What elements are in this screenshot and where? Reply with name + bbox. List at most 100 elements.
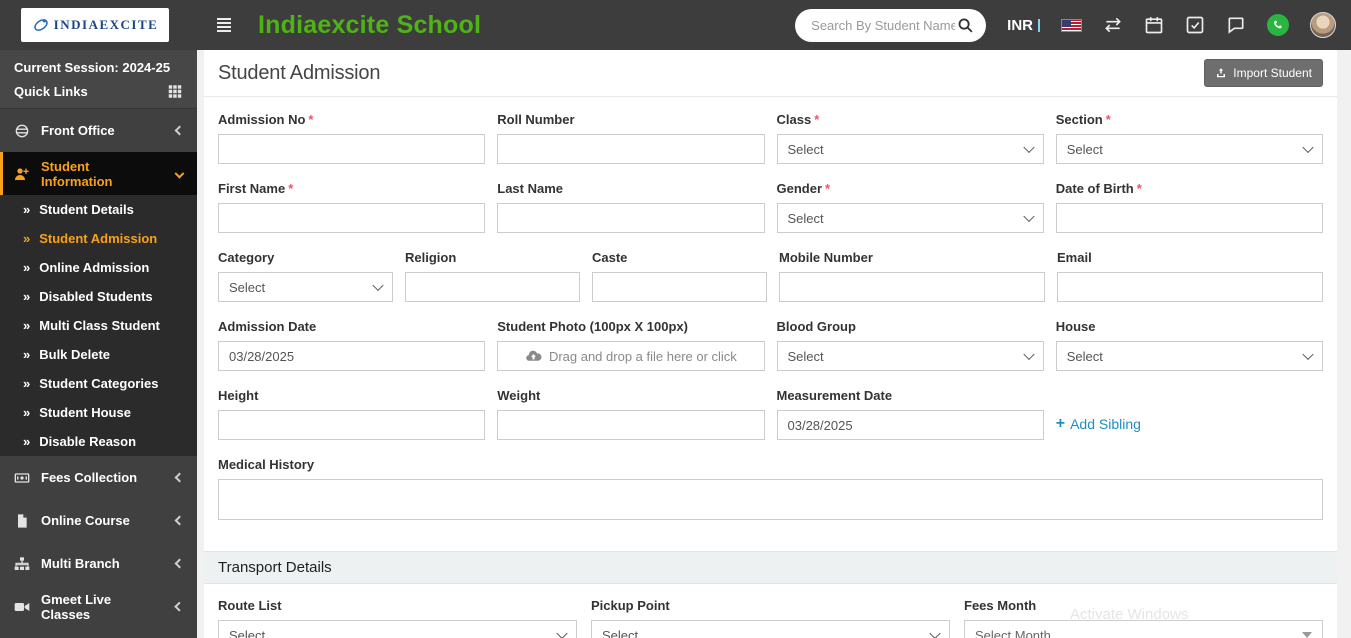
chat-icon[interactable] (1226, 15, 1246, 35)
calendar-icon[interactable] (1144, 15, 1164, 35)
sidebar-item-student-house[interactable]: Student House (0, 398, 197, 427)
chevron-left-icon (174, 515, 185, 526)
admission-no-input[interactable] (218, 134, 486, 164)
class-select[interactable]: Select (776, 134, 1044, 164)
section-select[interactable]: Select (1055, 134, 1323, 164)
field-mobile-number: Mobile Number (779, 250, 1045, 302)
sidebar-item-multi-class-student[interactable]: Multi Class Student (0, 311, 197, 340)
logo-container: INDIAEXCITE (0, 8, 197, 42)
sidebar-item-fees-collection[interactable]: Fees Collection (0, 456, 197, 499)
search-icon[interactable] (957, 17, 974, 34)
field-email: Email (1057, 250, 1323, 302)
sidebar-item-student-categories[interactable]: Student Categories (0, 369, 197, 398)
field-religion: Religion (405, 250, 580, 302)
student-information-submenu: Student Details Student Admission Online… (0, 195, 197, 456)
user-avatar[interactable] (1310, 12, 1336, 38)
sidebar-item-multi-branch[interactable]: Multi Branch (0, 542, 197, 585)
field-label: Class * (776, 112, 820, 127)
language-flag-icon[interactable] (1061, 18, 1082, 32)
submenu-label: Student Categories (39, 376, 159, 391)
main-content: Student Admission Import Student Admissi… (197, 50, 1351, 638)
height-input[interactable] (218, 410, 486, 440)
caste-input[interactable] (592, 272, 767, 302)
first-name-input[interactable] (218, 203, 486, 233)
task-check-icon[interactable] (1185, 15, 1205, 35)
religion-input[interactable] (405, 272, 580, 302)
sidebar-item-online-admission[interactable]: Online Admission (0, 253, 197, 282)
field-route-list: Route List Select (218, 598, 577, 638)
pickup-point-select[interactable]: Select (591, 620, 950, 638)
date-of-birth-input[interactable] (1055, 203, 1323, 233)
blood-group-select[interactable]: Select (776, 341, 1044, 371)
sidebar-item-bulk-delete[interactable]: Bulk Delete (0, 340, 197, 369)
measurement-date-input[interactable] (776, 410, 1044, 440)
route-list-select[interactable]: Select (218, 620, 577, 638)
topbar-actions: INR (795, 8, 1351, 42)
student-admission-card: Student Admission Import Student Admissi… (204, 50, 1337, 638)
sidebar-item-student-admission[interactable]: Student Admission (0, 224, 197, 253)
double-chevron-icon (23, 376, 30, 391)
required-asterisk: * (814, 112, 820, 127)
student-photo-dropzone[interactable]: Drag and drop a file here or click (497, 341, 765, 371)
double-chevron-icon (23, 434, 30, 449)
sidebar-item-online-course[interactable]: Online Course (0, 499, 197, 542)
submenu-label: Student Details (39, 202, 134, 217)
field-label: Email (1057, 250, 1092, 265)
category-select[interactable]: Select (218, 272, 393, 302)
double-chevron-icon (23, 318, 30, 333)
session-switch-icon[interactable] (1103, 15, 1123, 35)
sidebar-item-label: Gmeet Live Classes (41, 591, 112, 622)
sidebar-item-disabled-students[interactable]: Disabled Students (0, 282, 197, 311)
last-name-input[interactable] (497, 203, 765, 233)
field-label: Height (218, 388, 259, 403)
field-label: Roll Number (497, 112, 575, 127)
sidebar-item-label: Front Office (41, 123, 115, 138)
field-label: Mobile Number (779, 250, 873, 265)
weight-input[interactable] (497, 410, 765, 440)
currency-label: INR (1007, 16, 1033, 34)
sidebar-item-disable-reason[interactable]: Disable Reason (0, 427, 197, 456)
field-admission-no: Admission No * (218, 112, 486, 164)
front-office-icon (15, 124, 29, 137)
gender-select[interactable]: Select (776, 203, 1044, 233)
submenu-label: Disabled Students (39, 289, 153, 304)
logo[interactable]: INDIAEXCITE (21, 8, 169, 42)
email-input[interactable] (1057, 272, 1323, 302)
quick-links[interactable]: Quick Links (14, 84, 183, 99)
admission-date-input[interactable] (218, 341, 486, 371)
add-sibling-link[interactable]: + Add Sibling (1056, 415, 1141, 433)
grid-icon[interactable] (167, 84, 183, 99)
import-student-button[interactable]: Import Student (1204, 59, 1323, 87)
fees-month-value: Select Month (975, 627, 1051, 638)
search-input[interactable] (809, 16, 958, 34)
transport-fields: Route List Select Pickup Point Select Fe… (204, 584, 1337, 638)
fees-month-multiselect[interactable]: Select Month (964, 620, 1323, 638)
page-header: Student Admission Import Student (204, 50, 1337, 97)
field-label: Measurement Date (776, 388, 893, 403)
sidebar-item-label: Online Course (41, 513, 130, 528)
medical-history-textarea[interactable] (218, 479, 1323, 520)
import-student-label: Import Student (1233, 66, 1312, 80)
submenu-label: Online Admission (39, 260, 150, 275)
app-title: Indiaexcite School (258, 10, 482, 39)
sidebar-item-front-office[interactable]: Front Office (0, 109, 197, 152)
required-asterisk: * (288, 181, 294, 196)
field-weight: Weight (497, 388, 765, 440)
cloud-upload-icon (526, 350, 542, 361)
mobile-number-input[interactable] (779, 272, 1045, 302)
quick-links-label: Quick Links (14, 84, 88, 99)
field-class: Class * Select (776, 112, 1044, 164)
field-date-of-birth: Date of Birth * (1055, 181, 1323, 233)
sidebar-item-student-details[interactable]: Student Details (0, 195, 197, 224)
sidebar-item-gmeet-live-classes[interactable]: Gmeet Live Classes (0, 585, 197, 628)
field-label: Admission Date (218, 319, 317, 334)
money-icon (14, 472, 30, 483)
currency-selector[interactable]: INR (1007, 17, 1040, 34)
whatsapp-icon[interactable] (1267, 14, 1289, 36)
admission-form: Admission No * Roll Number Class * Select … (204, 97, 1337, 525)
house-select[interactable]: Select (1055, 341, 1323, 371)
roll-number-input[interactable] (497, 134, 765, 164)
sidebar-item-student-information[interactable]: Student Information (0, 152, 197, 195)
menu-toggle-icon[interactable] (217, 18, 231, 32)
field-last-name: Last Name (497, 181, 765, 233)
